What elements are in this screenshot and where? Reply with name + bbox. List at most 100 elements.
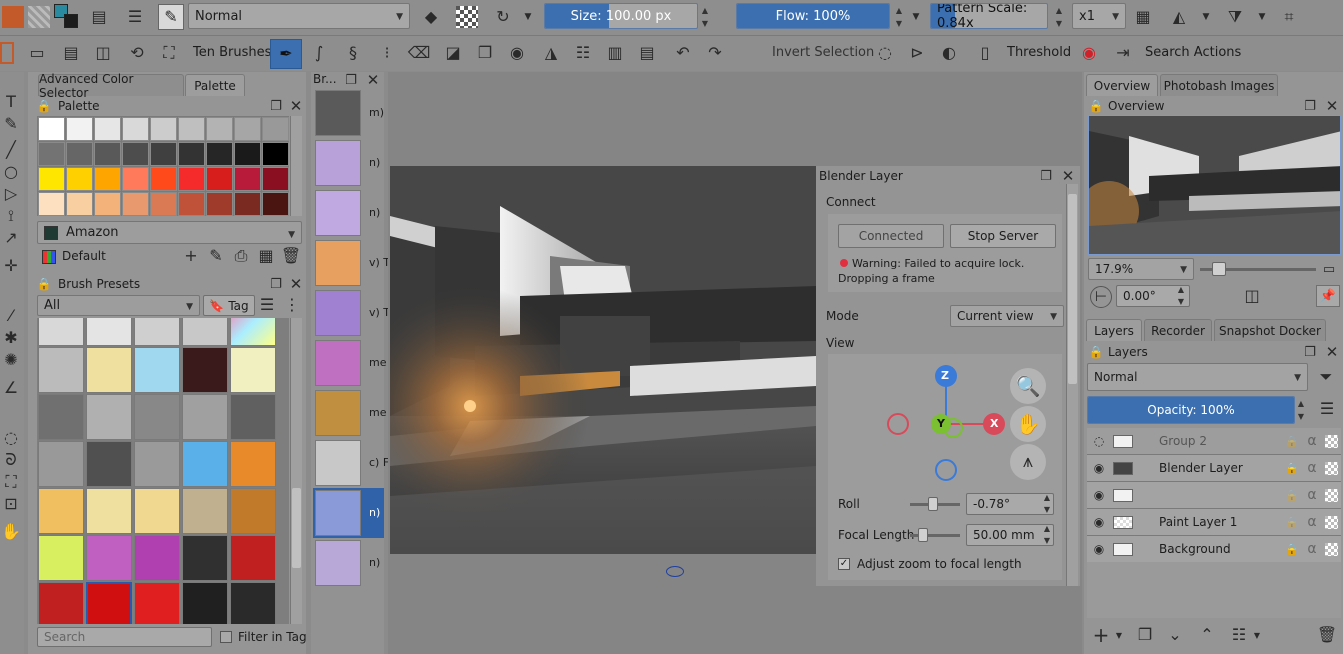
inherit-alpha-icon[interactable] [1325,435,1338,448]
mirror-icon[interactable]: ◮ [540,42,562,64]
float-icon[interactable]: ❐ [343,72,359,88]
palette-swatch[interactable] [38,167,65,191]
palette-swatch[interactable] [94,167,121,191]
list-settings-icon[interactable]: ▤ [636,42,658,64]
palette-scrollbar[interactable] [290,116,302,216]
grid-icon[interactable]: ▦ [257,247,275,265]
split-view-icon[interactable]: ◫ [92,42,114,64]
scrollbar-thumb[interactable] [292,488,301,568]
brush-preset-thumbnail[interactable] [230,582,276,624]
rotation-dial-icon[interactable]: ⊢ [1090,286,1112,308]
ten-brushes-button[interactable]: Ten Brushes [193,45,271,60]
close-icon[interactable]: ✕ [1324,344,1340,360]
eye-icon[interactable]: ◉ [1091,514,1107,530]
palette-swatch[interactable] [178,142,205,166]
brush-preset-thumbnail[interactable] [230,535,276,581]
window-icon[interactable]: ▤ [60,42,82,64]
roll-spinner[interactable]: ▲ ▼ [1040,491,1054,515]
stop-server-button[interactable]: Stop Server [950,224,1056,248]
phone-icon[interactable]: ▯ [974,42,996,64]
chevron-down-icon[interactable]: ▼ [1256,10,1268,24]
lock-icon[interactable]: 🔒 [1285,515,1299,529]
close-icon[interactable]: ✕ [365,72,381,88]
bezier-select-icon[interactable]: ⛶ [1,472,21,492]
eye-icon[interactable]: ◌ [1091,433,1107,449]
alpha-lock-icon[interactable]: α [1305,514,1319,530]
float-icon[interactable]: ❐ [1038,168,1054,184]
tab-photobash-images[interactable]: Photobash Images [1160,74,1278,96]
palette-swatch[interactable] [66,192,93,216]
rotate-canvas-icon[interactable]: ⟲ [126,42,148,64]
brush-strip-item[interactable]: c) F [313,438,389,488]
filter-icon[interactable]: ⏷ [1314,366,1338,388]
float-icon[interactable]: ❐ [1302,98,1318,114]
polygon-tool-icon[interactable]: ▷ [1,184,21,204]
edit-icon[interactable]: ✎ [207,247,225,265]
opacity-slider[interactable]: Opacity: 100% [1087,396,1295,424]
smart-patch-icon[interactable]: ✱ [1,328,21,348]
zoom-select[interactable]: 17.9% ▼ [1088,258,1194,280]
inherit-alpha-icon[interactable] [1325,462,1338,475]
alpha-lock-icon[interactable] [456,6,478,28]
list-icon[interactable]: ▤ [88,6,110,28]
redo-icon[interactable]: ↷ [704,42,726,64]
palette-swatch[interactable] [150,167,177,191]
size-spinner[interactable]: ▲ ▼ [698,4,712,30]
chevron-down-icon[interactable]: ▼ [1252,630,1262,642]
duplicate-icon[interactable]: ❐ [474,42,496,64]
brush-presets-scrollbar[interactable] [290,318,302,624]
palette-swatch[interactable] [178,192,205,216]
grid-dots-icon[interactable]: ⁝ [376,42,398,64]
palette-swatch[interactable] [38,142,65,166]
ellipse-select-icon[interactable]: ◌ [1,428,21,448]
filter-in-tag-checkbox[interactable] [220,631,232,643]
lasso-select-icon[interactable]: ᘐ [1,450,21,470]
magnetic-select-icon[interactable]: ⊡ [1,494,21,514]
lock-icon[interactable]: 🔒 [1285,488,1299,502]
view-mode-icon[interactable]: ☰ [258,296,276,314]
palette-swatch[interactable] [38,192,65,216]
brush-preset-thumbnail[interactable] [134,441,180,487]
lock-icon[interactable]: 🔒 [1285,461,1299,475]
wrap-around-icon[interactable]: ▦ [1132,6,1154,28]
chevron-down-icon[interactable]: ▼ [1114,630,1124,642]
palette-swatch[interactable] [262,192,289,216]
menu-lines-icon[interactable]: ☰ [1316,398,1338,420]
brush-preset-thumbnail[interactable] [134,394,180,440]
zoom-slider-handle[interactable] [1212,262,1226,276]
pattern-scale-spinner[interactable]: ▲ ▼ [1052,4,1066,30]
brush-preset-thumbnail[interactable] [230,394,276,440]
mirror-horizontal-icon[interactable]: ◭ [1168,6,1190,28]
float-icon[interactable]: ❐ [268,98,284,114]
multiplier-select[interactable]: x1 ▼ [1072,3,1126,29]
monitor-icon[interactable]: ▭ [1320,260,1338,278]
brush-preset-thumbnail[interactable] [182,441,228,487]
path-icon[interactable]: § [342,42,364,64]
alpha-lock-icon[interactable]: α [1305,487,1319,503]
size-slider[interactable]: Size: 100.00 px [544,3,698,29]
close-icon[interactable]: ✕ [288,276,304,292]
tab-palette[interactable]: Palette [185,74,245,96]
palette-swatch[interactable] [150,117,177,141]
close-icon[interactable]: ✕ [1324,98,1340,114]
select-circle-icon[interactable]: ◌ [874,42,896,64]
pen-tool-icon[interactable]: ✒ [270,39,302,69]
rotation-spinner[interactable]: ▲ ▼ [1174,283,1188,307]
brush-search-input[interactable]: Search [37,627,212,647]
brush-strip-item[interactable]: me [313,338,386,388]
float-icon[interactable]: ❐ [268,276,284,292]
brush-preset-thumbnail[interactable] [230,488,276,534]
text-tool-icon[interactable]: T [1,92,21,112]
eye-icon[interactable]: ◉ [1091,460,1107,476]
rect-select-icon[interactable] [0,42,14,64]
save-icon[interactable]: ⎙ [232,247,250,265]
inherit-alpha-icon[interactable] [1325,489,1338,502]
palette-swatch[interactable] [150,192,177,216]
brush-preset-thumbnail[interactable] [182,394,228,440]
layer-row[interactable]: ◉ Blender Layer 🔒 α [1087,455,1341,482]
palette-swatch[interactable] [262,142,289,166]
brush-preset-thumbnail[interactable] [38,318,84,346]
tag-button[interactable]: 🔖 Tag [203,295,255,316]
brush-strip-item[interactable]: me [313,388,386,438]
close-icon[interactable]: ✕ [288,98,304,114]
